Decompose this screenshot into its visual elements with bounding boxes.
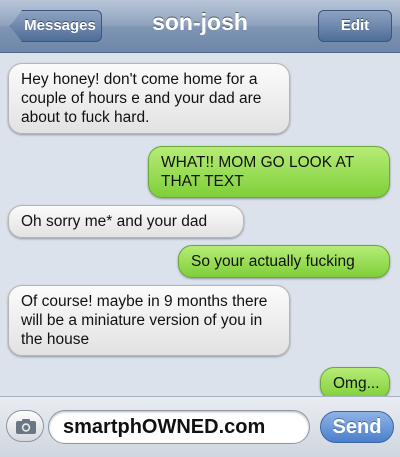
message-bubble-outgoing: So your actually fucking bbox=[178, 245, 390, 278]
back-messages-button[interactable]: Messages bbox=[10, 10, 102, 42]
message-bubble-outgoing: WHAT!! MOM GO LOOK AT THAT TEXT bbox=[148, 146, 390, 198]
message-bubble-incoming: Hey honey! don't come home for a couple … bbox=[8, 63, 290, 134]
send-button[interactable]: Send bbox=[320, 411, 394, 443]
edit-button[interactable]: Edit bbox=[318, 10, 392, 42]
conversation-title: son-josh bbox=[152, 9, 248, 35]
message-bubble-incoming: Of course! maybe in 9 months there will … bbox=[8, 285, 290, 356]
nav-bar: Messages son-josh Edit bbox=[0, 0, 400, 53]
message-bubble-incoming: Oh sorry me* and your dad bbox=[8, 205, 244, 238]
camera-icon bbox=[16, 419, 36, 434]
composer-bar: smartphOWNED.com Send bbox=[0, 396, 400, 457]
camera-button[interactable] bbox=[6, 410, 44, 442]
message-input[interactable]: smartphOWNED.com bbox=[48, 410, 310, 444]
message-thread[interactable]: Hey honey! don't come home for a couple … bbox=[0, 53, 400, 400]
